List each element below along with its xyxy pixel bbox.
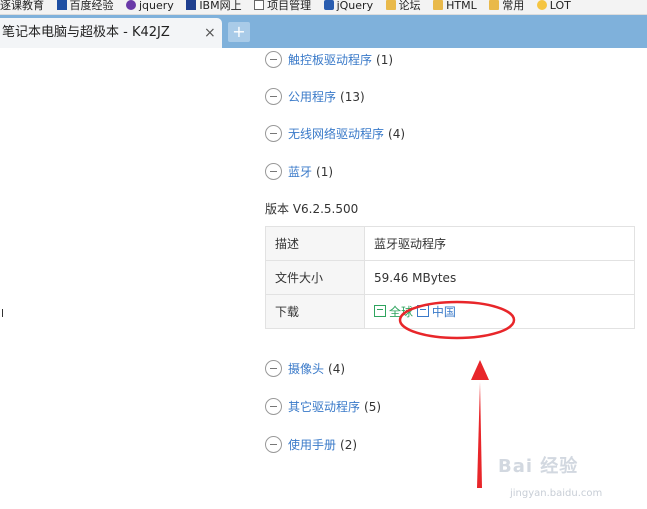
watermark-url: jingyan.baidu.com [510, 488, 603, 499]
highlight-ellipse [398, 300, 516, 340]
watermark-logo: Bai 经验 [498, 456, 579, 477]
annotation-overlay [398, 300, 516, 488]
arrow-shaft [477, 382, 482, 488]
arrow-head-icon [471, 360, 489, 380]
